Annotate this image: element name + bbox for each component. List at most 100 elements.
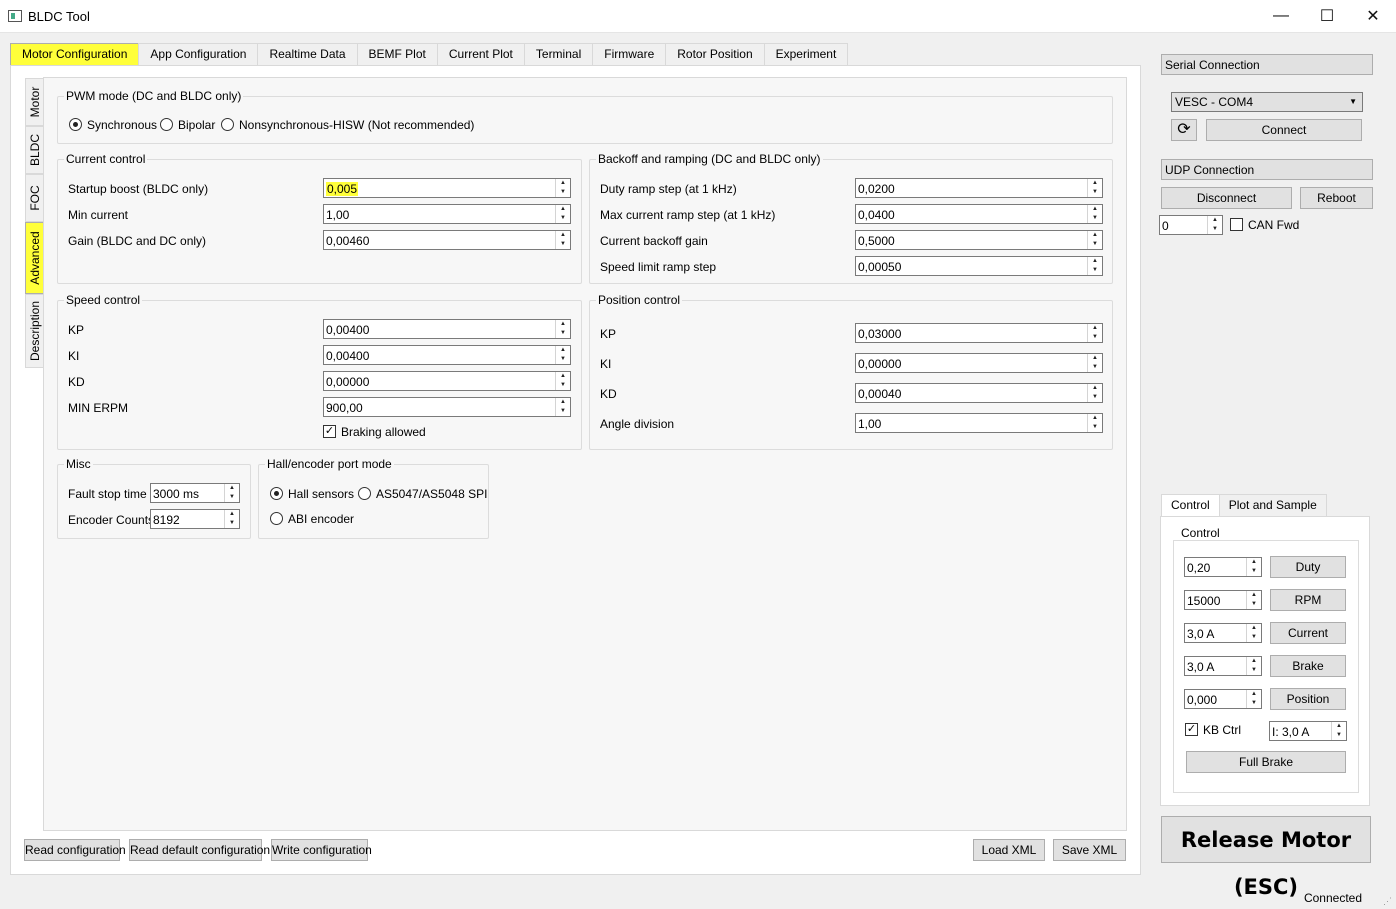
tab-realtime-data[interactable]: Realtime Data: [257, 43, 358, 65]
refresh-button[interactable]: ⟳: [1171, 119, 1197, 141]
side-tab-foc[interactable]: FOC: [25, 174, 43, 222]
spin-arrows-icon[interactable]: ▲ ▼: [224, 484, 239, 502]
tab-rotor-position[interactable]: Rotor Position: [665, 43, 765, 65]
fault-stop-time-spinbox[interactable]: 3000 ms ▲ ▼: [150, 483, 240, 503]
radio-bipolar[interactable]: [160, 118, 173, 131]
speed-kd-spinbox[interactable]: 0,00000 ▲ ▼: [323, 371, 571, 391]
tab-experiment[interactable]: Experiment: [763, 43, 849, 65]
angle-division-spinbox[interactable]: 1,00 ▲ ▼: [855, 413, 1103, 433]
full-brake-button[interactable]: Full Brake: [1186, 751, 1346, 773]
spin-arrows-icon[interactable]: ▲ ▼: [555, 398, 570, 416]
current-backoff-spinbox[interactable]: 0,5000 ▲ ▼: [855, 230, 1103, 250]
release-motor-button[interactable]: Release Motor (ESC): [1161, 816, 1371, 899]
radio-hall-sensors[interactable]: [270, 487, 283, 500]
position-ki-spinbox[interactable]: 0,00000 ▲ ▼: [855, 353, 1103, 373]
duty-button[interactable]: Duty: [1270, 556, 1346, 578]
spin-arrows-icon[interactable]: ▲ ▼: [555, 205, 570, 223]
spin-arrows-icon[interactable]: ▲ ▼: [1087, 231, 1102, 249]
side-tab-motor[interactable]: Motor: [25, 78, 43, 126]
position-kd-spinbox[interactable]: 0,00040 ▲ ▼: [855, 383, 1103, 403]
speed-kp-label: KP: [68, 323, 85, 337]
side-tab-description[interactable]: Description: [25, 294, 43, 368]
spin-arrows-icon[interactable]: ▲ ▼: [1246, 657, 1261, 675]
kb-current-spinbox[interactable]: I: 3,0 A ▲ ▼: [1269, 721, 1347, 741]
reboot-button[interactable]: Reboot: [1300, 187, 1373, 209]
can-id-spinbox[interactable]: 0 ▲ ▼: [1159, 215, 1223, 235]
braking-allowed-checkbox[interactable]: ✓: [323, 425, 336, 438]
spin-arrows-icon[interactable]: ▲ ▼: [555, 320, 570, 338]
max-current-ramp-spinbox[interactable]: 0,0400 ▲ ▼: [855, 204, 1103, 224]
tab-firmware[interactable]: Firmware: [592, 43, 667, 65]
spin-arrows-icon[interactable]: ▲ ▼: [1087, 257, 1102, 275]
minimize-button[interactable]: —: [1258, 0, 1304, 32]
refresh-icon: ⟳: [1177, 121, 1191, 138]
spin-arrows-icon[interactable]: ▲ ▼: [224, 510, 239, 528]
can-fwd-checkbox[interactable]: [1230, 218, 1243, 231]
spin-arrows-icon[interactable]: ▲ ▼: [1087, 414, 1102, 432]
spin-arrows-icon[interactable]: ▲ ▼: [1246, 558, 1261, 576]
tab-bemf-plot[interactable]: BEMF Plot: [356, 43, 438, 65]
side-tab-advanced[interactable]: Advanced: [25, 222, 43, 294]
serial-port-combo[interactable]: VESC - COM4 ▼: [1171, 92, 1363, 112]
spin-arrows-icon[interactable]: ▲ ▼: [555, 231, 570, 249]
spin-arrows-icon[interactable]: ▲ ▼: [1246, 624, 1261, 642]
spin-arrows-icon[interactable]: ▲ ▼: [1207, 216, 1222, 234]
current-spinbox[interactable]: 3,0 A ▲ ▼: [1184, 623, 1262, 643]
duty-spinbox[interactable]: 0,20 ▲ ▼: [1184, 557, 1262, 577]
main-tab-bar: Motor Configuration App Configuration Re…: [10, 43, 849, 66]
rpm-button[interactable]: RPM: [1270, 589, 1346, 611]
hall-encoder-title: Hall/encoder port mode: [265, 457, 394, 471]
spin-arrows-icon[interactable]: ▲ ▼: [1331, 722, 1346, 740]
rpm-spinbox[interactable]: 15000 ▲ ▼: [1184, 590, 1262, 610]
connect-button[interactable]: Connect: [1206, 119, 1362, 141]
spin-arrows-icon[interactable]: ▲ ▼: [1087, 179, 1102, 197]
spin-arrows-icon[interactable]: ▲ ▼: [1087, 205, 1102, 223]
read-configuration-button[interactable]: Read configuration: [24, 839, 126, 861]
load-xml-button[interactable]: Load XML: [973, 839, 1045, 861]
spin-arrows-icon[interactable]: ▲ ▼: [1087, 384, 1102, 402]
tab-control[interactable]: Control: [1161, 494, 1220, 517]
min-current-spinbox[interactable]: 1,00 ▲ ▼: [323, 204, 571, 224]
save-xml-button[interactable]: Save XML: [1053, 839, 1126, 861]
radio-nonsynchronous[interactable]: [221, 118, 234, 131]
side-tab-bldc[interactable]: BLDC: [25, 126, 43, 174]
spin-arrows-icon[interactable]: ▲ ▼: [555, 346, 570, 364]
encoder-counts-spinbox[interactable]: 8192 ▲ ▼: [150, 509, 240, 529]
duty-ramp-spinbox[interactable]: 0,0200 ▲ ▼: [855, 178, 1103, 198]
current-button[interactable]: Current: [1270, 622, 1346, 644]
spin-arrows-icon[interactable]: ▲ ▼: [1087, 354, 1102, 372]
radio-abi-encoder[interactable]: [270, 512, 283, 525]
resize-grip-icon[interactable]: ⋰: [1383, 896, 1392, 907]
maximize-button[interactable]: ☐: [1304, 0, 1350, 32]
title-bar: BLDC Tool — ☐ ✕: [0, 0, 1396, 33]
disconnect-button[interactable]: Disconnect: [1161, 187, 1292, 209]
kb-ctrl-checkbox[interactable]: ✓: [1185, 723, 1198, 736]
brake-button[interactable]: Brake: [1270, 655, 1346, 677]
tab-app-configuration[interactable]: App Configuration: [138, 43, 259, 65]
spin-arrows-icon[interactable]: ▲ ▼: [1246, 591, 1261, 609]
spin-arrows-icon[interactable]: ▲ ▼: [555, 372, 570, 390]
spin-arrows-icon[interactable]: ▲ ▼: [1087, 324, 1102, 342]
read-default-configuration-button[interactable]: Read default configuration: [129, 839, 270, 861]
pwm-mode-title: PWM mode (DC and BLDC only): [64, 89, 244, 103]
speed-ki-spinbox[interactable]: 0,00400 ▲ ▼: [323, 345, 571, 365]
speed-kp-spinbox[interactable]: 0,00400 ▲ ▼: [323, 319, 571, 339]
tab-current-plot[interactable]: Current Plot: [436, 43, 525, 65]
radio-synchronous[interactable]: [69, 118, 82, 131]
close-button[interactable]: ✕: [1350, 0, 1396, 32]
tab-motor-configuration[interactable]: Motor Configuration: [10, 43, 140, 66]
position-kp-spinbox[interactable]: 0,03000 ▲ ▼: [855, 323, 1103, 343]
brake-spinbox[interactable]: 3,0 A ▲ ▼: [1184, 656, 1262, 676]
position-spinbox[interactable]: 0,000 ▲ ▼: [1184, 689, 1262, 709]
spin-arrows-icon[interactable]: ▲ ▼: [1246, 690, 1261, 708]
tab-terminal[interactable]: Terminal: [523, 43, 594, 65]
write-configuration-button[interactable]: Write configuration: [271, 839, 372, 861]
speed-limit-ramp-spinbox[interactable]: 0,00050 ▲ ▼: [855, 256, 1103, 276]
tab-plot-and-sample[interactable]: Plot and Sample: [1218, 494, 1327, 517]
spin-arrows-icon[interactable]: ▲ ▼: [555, 179, 570, 197]
min-erpm-spinbox[interactable]: 900,00 ▲ ▼: [323, 397, 571, 417]
startup-boost-spinbox[interactable]: 0,005 ▲ ▼: [323, 178, 571, 198]
position-button[interactable]: Position: [1270, 688, 1346, 710]
radio-as5047[interactable]: [358, 487, 371, 500]
gain-spinbox[interactable]: 0,00460 ▲ ▼: [323, 230, 571, 250]
